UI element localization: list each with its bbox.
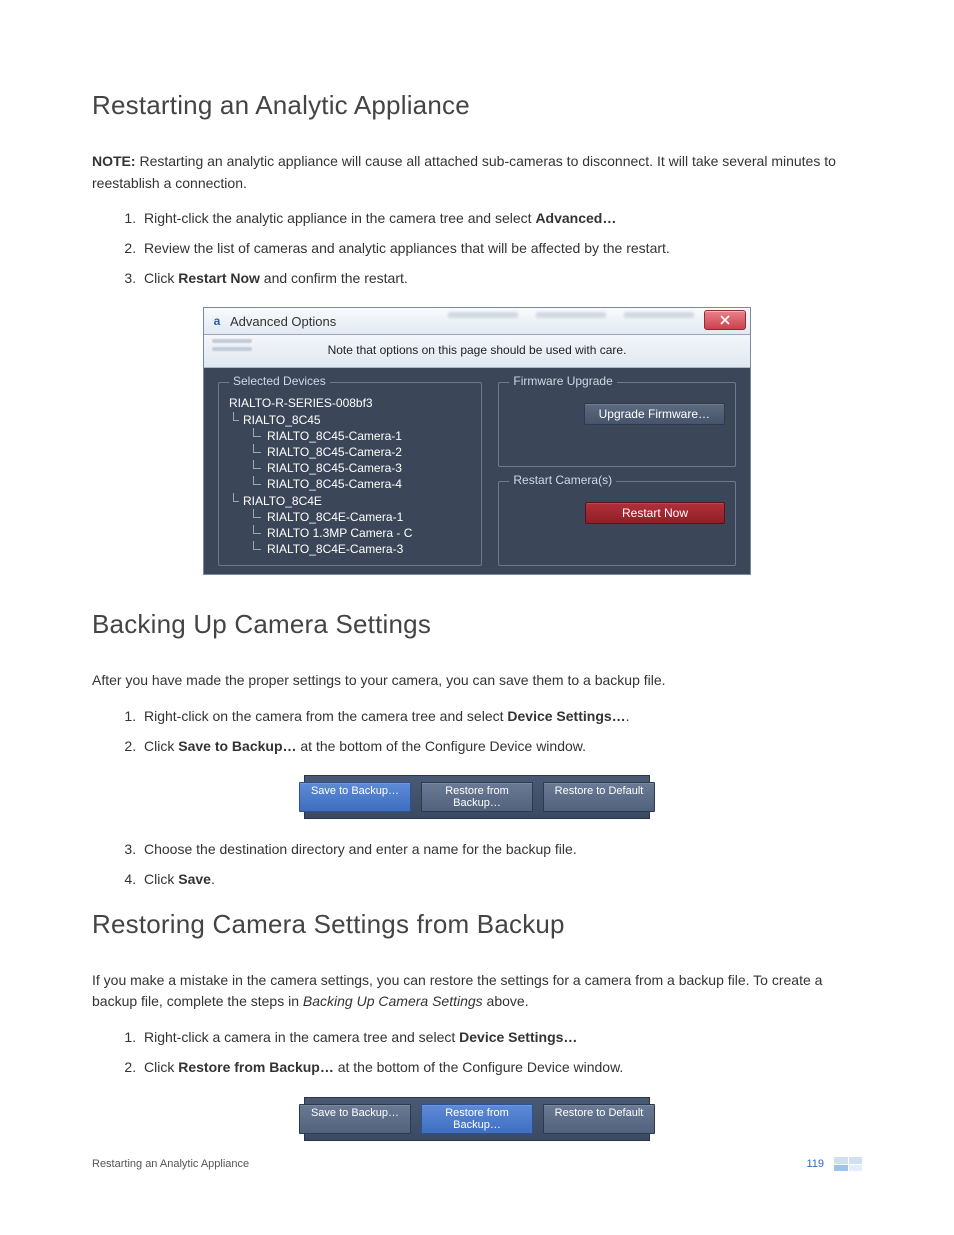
note-text: Restarting an analytic appliance will ca…: [92, 153, 836, 191]
backup-steps-continued: Choose the destination directory and ent…: [92, 839, 862, 890]
save-to-backup-button[interactable]: Save to Backup…: [299, 782, 411, 812]
restore-from-backup-button[interactable]: Restore from Backup…: [421, 782, 533, 812]
page-footer: Restarting an Analytic Appliance 119: [92, 1157, 862, 1171]
tree-node[interactable]: RIALTO_8C4E-Camera-1: [229, 509, 471, 525]
upgrade-firmware-button[interactable]: Upgrade Firmware…: [584, 403, 725, 425]
restore-intro: If you make a mistake in the camera sett…: [92, 970, 862, 1013]
list-item: Right-click a camera in the camera tree …: [140, 1027, 862, 1049]
heading-restore: Restoring Camera Settings from Backup: [92, 909, 862, 940]
selected-devices-label: Selected Devices: [229, 374, 330, 388]
backup-intro: After you have made the proper settings …: [92, 670, 862, 692]
advanced-options-dialog: a Advanced Options Note that options on …: [203, 307, 751, 575]
dialog-warning-banner: Note that options on this page should be…: [204, 335, 750, 368]
tree-node[interactable]: RIALTO_8C45-Camera-3: [229, 460, 471, 476]
tree-node[interactable]: RIALTO_8C45-Camera-2: [229, 444, 471, 460]
restore-to-default-button[interactable]: Restore to Default: [543, 782, 655, 812]
page-number: 119: [806, 1158, 824, 1170]
list-item: Review the list of cameras and analytic …: [140, 238, 862, 260]
note-label: NOTE:: [92, 153, 136, 169]
tree-node[interactable]: RIALTO_8C45-Camera-1: [229, 428, 471, 444]
heading-backup: Backing Up Camera Settings: [92, 609, 862, 640]
close-button[interactable]: [704, 310, 746, 330]
backup-button-bar: Save to Backup… Restore from Backup… Res…: [304, 775, 650, 819]
app-icon: a: [210, 314, 224, 328]
dialog-title: Advanced Options: [230, 314, 336, 329]
restart-cameras-label: Restart Camera(s): [509, 473, 616, 487]
list-item: Right-click on the camera from the camer…: [140, 706, 862, 728]
backup-steps: Right-click on the camera from the camer…: [92, 706, 862, 757]
device-tree: RIALTO-R-SERIES-008bf3 RIALTO_8C45 RIALT…: [229, 395, 471, 557]
list-item: Click Save.: [140, 869, 862, 891]
heading-restart: Restarting an Analytic Appliance: [92, 90, 862, 121]
close-icon: [720, 315, 730, 325]
restart-steps: Right-click the analytic appliance in th…: [92, 208, 862, 289]
blurred-background-text: [434, 310, 694, 332]
restart-now-button[interactable]: Restart Now: [585, 502, 725, 524]
list-item: Click Restore from Backup… at the bottom…: [140, 1057, 862, 1079]
footer-logo-icon: [834, 1157, 862, 1171]
save-to-backup-button[interactable]: Save to Backup…: [299, 1104, 411, 1134]
tree-node[interactable]: RIALTO_8C45-Camera-4: [229, 476, 471, 492]
firmware-upgrade-group: Firmware Upgrade Upgrade Firmware…: [498, 382, 736, 467]
selected-devices-group: Selected Devices RIALTO-R-SERIES-008bf3 …: [218, 382, 482, 566]
restart-cameras-group: Restart Camera(s) Restart Now: [498, 481, 736, 566]
list-item: Click Restart Now and confirm the restar…: [140, 268, 862, 290]
dialog-titlebar: a Advanced Options: [204, 308, 750, 335]
tree-node[interactable]: RIALTO_8C45: [229, 412, 471, 428]
restore-to-default-button[interactable]: Restore to Default: [543, 1104, 655, 1134]
list-item: Click Save to Backup… at the bottom of t…: [140, 736, 862, 758]
tree-node[interactable]: RIALTO_8C4E: [229, 493, 471, 509]
list-item: Right-click the analytic appliance in th…: [140, 208, 862, 230]
restore-steps: Right-click a camera in the camera tree …: [92, 1027, 862, 1078]
tree-node[interactable]: RIALTO 1.3MP Camera - C: [229, 525, 471, 541]
footer-title: Restarting an Analytic Appliance: [92, 1158, 249, 1170]
firmware-upgrade-label: Firmware Upgrade: [509, 374, 616, 388]
restore-from-backup-button[interactable]: Restore from Backup…: [421, 1104, 533, 1134]
restore-button-bar: Save to Backup… Restore from Backup… Res…: [304, 1097, 650, 1141]
tree-node[interactable]: RIALTO-R-SERIES-008bf3: [229, 395, 471, 411]
list-item: Choose the destination directory and ent…: [140, 839, 862, 861]
note-paragraph: NOTE: Restarting an analytic appliance w…: [92, 151, 862, 194]
tree-node[interactable]: RIALTO_8C4E-Camera-3: [229, 541, 471, 557]
